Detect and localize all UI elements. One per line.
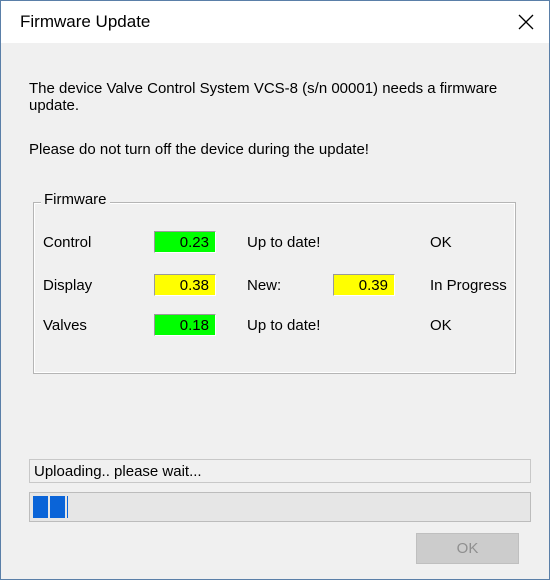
close-button[interactable] xyxy=(503,1,549,43)
status-text-box: Uploading.. please wait... xyxy=(29,459,531,483)
result-valves: OK xyxy=(430,317,452,334)
result-control: OK xyxy=(430,234,452,251)
component-label-display: Display xyxy=(43,277,93,294)
update-message: The device Valve Control System VCS-8 (s… xyxy=(29,80,498,114)
result-display: In Progress xyxy=(430,277,507,294)
version-box-valves: 0.18 xyxy=(154,314,216,336)
progress-chunk xyxy=(33,496,48,518)
close-icon xyxy=(518,14,534,30)
window-title: Firmware Update xyxy=(20,12,151,31)
status-valves: Up to date! xyxy=(247,317,321,334)
warning-message: Please do not turn off the device during… xyxy=(29,141,369,158)
ok-button[interactable]: OK xyxy=(416,533,519,564)
title-bar: Firmware Update xyxy=(1,1,549,43)
component-label-valves: Valves xyxy=(43,317,87,334)
new-version-box-display: 0.39 xyxy=(333,274,395,296)
component-label-control: Control xyxy=(43,234,92,251)
status-control: Up to date! xyxy=(247,234,321,251)
status-display: New: xyxy=(247,277,282,294)
progress-chunk xyxy=(67,496,68,518)
version-box-display: 0.38 xyxy=(154,274,216,296)
version-box-control: 0.23 xyxy=(154,231,216,253)
upload-progress-bar xyxy=(29,492,531,522)
firmware-update-dialog: Firmware Update The device Valve Control… xyxy=(0,0,550,580)
progress-chunk xyxy=(50,496,65,518)
progress-fill xyxy=(33,496,68,518)
firmware-group-label: Firmware xyxy=(41,191,110,208)
